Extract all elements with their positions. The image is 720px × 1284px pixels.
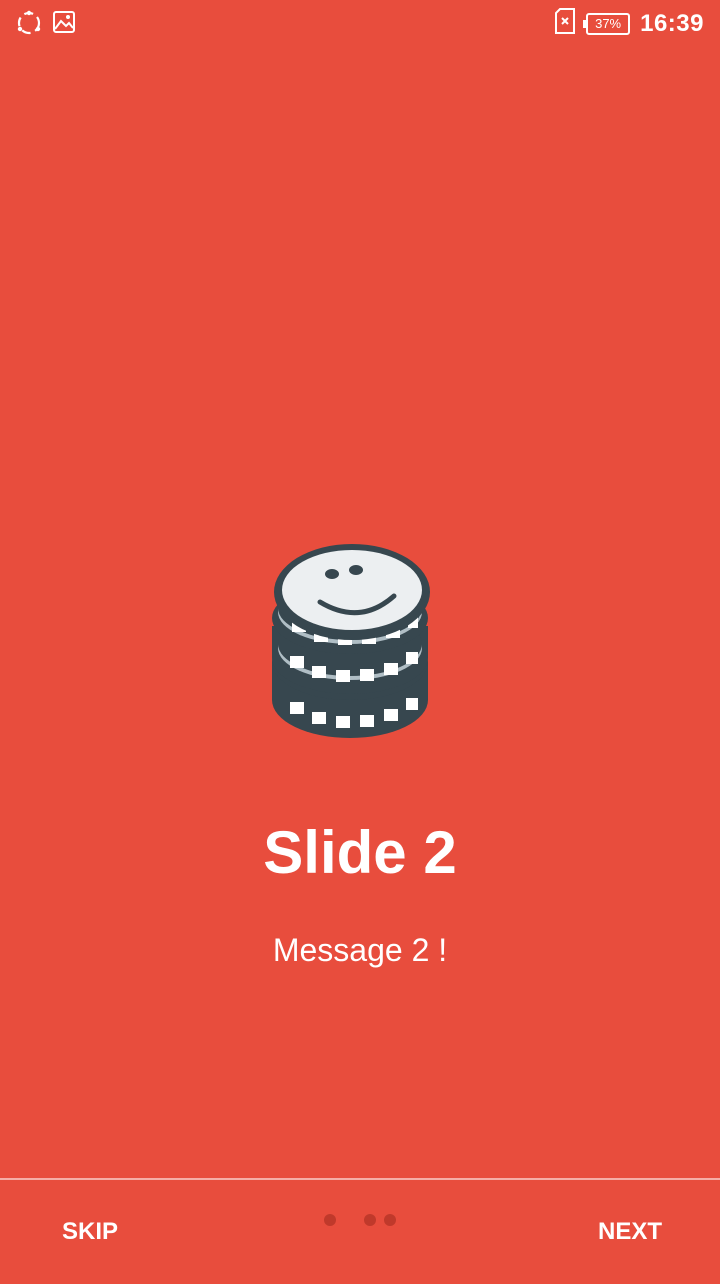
status-time: 16:39 xyxy=(640,9,704,37)
poker-chips-smiley-icon xyxy=(270,540,450,745)
page-dot-2[interactable] xyxy=(364,1214,376,1226)
slide-illustration xyxy=(0,540,720,745)
status-bar: 37% 16:39 xyxy=(0,0,720,48)
battery-label: 37% xyxy=(595,15,622,31)
image-icon xyxy=(52,10,76,41)
sync-icon xyxy=(16,10,42,41)
skip-button[interactable]: SKIP xyxy=(40,1180,140,1280)
page-dot-1[interactable] xyxy=(324,1214,336,1226)
battery-icon: 37% xyxy=(583,12,631,35)
onboarding-footer: SKIP NEXT xyxy=(0,1180,720,1280)
sim-error-icon xyxy=(554,8,576,39)
next-button[interactable]: NEXT xyxy=(576,1180,684,1280)
page-dot-3[interactable] xyxy=(384,1214,396,1226)
slide-message: Message 2 ! xyxy=(272,932,448,968)
slide-title: Slide 2 xyxy=(263,819,457,886)
